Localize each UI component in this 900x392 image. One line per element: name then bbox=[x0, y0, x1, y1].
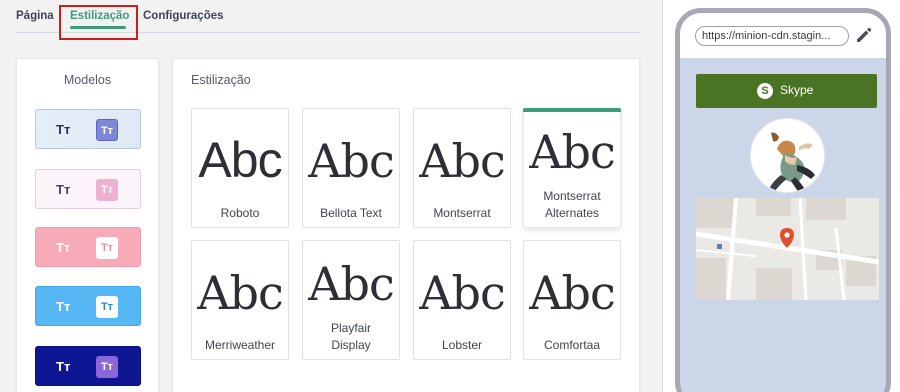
model-button-sample: Tт bbox=[96, 356, 118, 378]
model-option-2[interactable]: Tт Tт bbox=[35, 169, 141, 209]
skype-icon: S bbox=[757, 83, 773, 99]
model-option-3[interactable]: Tт Tт bbox=[35, 227, 141, 267]
model-text-sample: Tт bbox=[56, 240, 71, 255]
model-option-1[interactable]: Tт Tт bbox=[35, 109, 141, 149]
model-button-sample: Tт bbox=[96, 237, 118, 259]
mobile-preview-area: https://minion-cdn.stagin... S Skype bbox=[662, 0, 900, 392]
model-button-sample: Tт bbox=[96, 179, 118, 201]
profile-avatar bbox=[750, 118, 825, 193]
tab-pagina[interactable]: Página bbox=[16, 10, 54, 22]
font-card-comfortaa[interactable]: Abc Comfortaa bbox=[523, 240, 621, 360]
model-option-4[interactable]: Tт Tт bbox=[35, 286, 141, 326]
font-sample-text: Abc bbox=[529, 125, 615, 179]
models-panel-title: Modelos bbox=[63, 73, 112, 87]
location-map[interactable] bbox=[696, 198, 879, 300]
font-name: Montserrat bbox=[433, 206, 491, 220]
font-name: Bellota Text bbox=[320, 206, 382, 220]
model-text-sample: Tт bbox=[56, 359, 71, 374]
font-sample-text: Abc bbox=[419, 134, 505, 188]
font-card-montserrat-alternates[interactable]: Abc Montserrat Alternates bbox=[523, 108, 621, 228]
font-style-panel: Estilização Abc Roboto Abc Bellota Text … bbox=[172, 58, 640, 392]
active-tab-highlight-box bbox=[59, 5, 138, 40]
font-sample-text: Abc bbox=[308, 134, 394, 188]
font-name: Merriweather bbox=[204, 338, 276, 352]
font-card-montserrat[interactable]: Abc Montserrat bbox=[413, 108, 511, 228]
model-button-sample: Tт bbox=[96, 296, 118, 318]
font-card-playfair-display[interactable]: Abc Playfair Display bbox=[302, 240, 400, 360]
font-name: Roboto bbox=[220, 206, 260, 220]
font-sample-text: Abc bbox=[529, 266, 615, 320]
editor-area: Página Estilização Configurações Modelos… bbox=[0, 0, 662, 392]
model-text-sample: Tт bbox=[56, 122, 71, 137]
model-text-sample: Tт bbox=[56, 299, 71, 314]
url-field[interactable]: https://minion-cdn.stagin... bbox=[695, 26, 849, 46]
font-name: Playfair bbox=[330, 321, 371, 335]
font-name: Comfortaa bbox=[543, 338, 601, 352]
font-style-panel-title: Estilização bbox=[191, 73, 251, 87]
models-panel: Modelos Tт Tт Tт Tт Tт Tт Tт Tт Tт Tт bbox=[16, 58, 159, 392]
phone-frame: https://minion-cdn.stagin... S Skype bbox=[675, 8, 891, 392]
phone-browser-bar: https://minion-cdn.stagin... bbox=[680, 13, 886, 58]
font-card-roboto[interactable]: Abc Roboto bbox=[191, 108, 289, 228]
font-name-line2: Display bbox=[331, 338, 371, 352]
font-sample-text: Abc bbox=[308, 257, 394, 311]
model-option-5[interactable]: Tт Tт bbox=[35, 346, 141, 386]
font-name-line2: Alternates bbox=[544, 206, 600, 220]
model-text-sample: Tт bbox=[56, 182, 71, 197]
model-button-sample: Tт bbox=[96, 119, 118, 141]
font-name: Montserrat bbox=[543, 189, 601, 203]
font-sample-text: Abc bbox=[197, 266, 283, 320]
font-card-lobster[interactable]: Abc Lobster bbox=[413, 240, 511, 360]
font-sample-text: Abc bbox=[419, 266, 505, 320]
skype-button-label: Skype bbox=[780, 83, 814, 97]
tab-configuracoes[interactable]: Configurações bbox=[143, 10, 224, 22]
font-name: Lobster bbox=[441, 338, 483, 352]
pencil-edit-icon[interactable] bbox=[854, 25, 874, 45]
font-sample-text: Abc bbox=[198, 132, 282, 188]
skype-button[interactable]: S Skype bbox=[696, 74, 877, 108]
font-card-bellota-text[interactable]: Abc Bellota Text bbox=[302, 108, 400, 228]
font-card-merriweather[interactable]: Abc Merriweather bbox=[191, 240, 289, 360]
